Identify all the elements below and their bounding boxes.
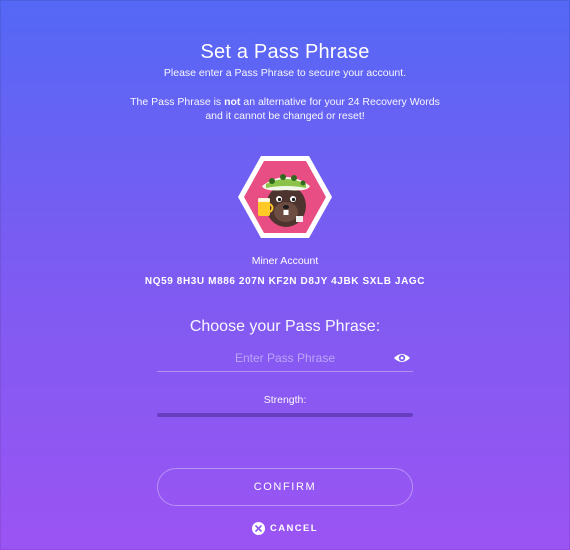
account-address: NQ59 8H3U M886 207N KF2N D8JY 4JBK SXLB … (144, 276, 426, 287)
warning-text-before: The Pass Phrase is (130, 96, 225, 108)
eye-icon[interactable] (393, 351, 411, 365)
page-title: Set a Pass Phrase (200, 41, 370, 63)
passphrase-input[interactable] (157, 346, 413, 370)
cancel-button[interactable]: CANCEL (252, 520, 318, 536)
warning-text-after: an alternative for your 24 Recovery Word… (205, 96, 440, 122)
account-avatar-icon (238, 156, 332, 238)
account-label: Miner Account (251, 255, 319, 267)
passphrase-field (157, 346, 413, 372)
passphrase-label: Choose your Pass Phrase: (189, 318, 381, 335)
strength-meter (157, 413, 413, 417)
strength-label: Strength: (263, 394, 307, 406)
close-circle-icon (252, 521, 265, 535)
cancel-label: CANCEL (270, 522, 318, 534)
warning-text-emphasis: not (224, 96, 241, 108)
confirm-button[interactable]: CONFIRM (157, 468, 413, 506)
page-subtitle: Please enter a Pass Phrase to secure you… (163, 67, 407, 79)
warning-text: The Pass Phrase is not an alternative fo… (120, 95, 450, 123)
